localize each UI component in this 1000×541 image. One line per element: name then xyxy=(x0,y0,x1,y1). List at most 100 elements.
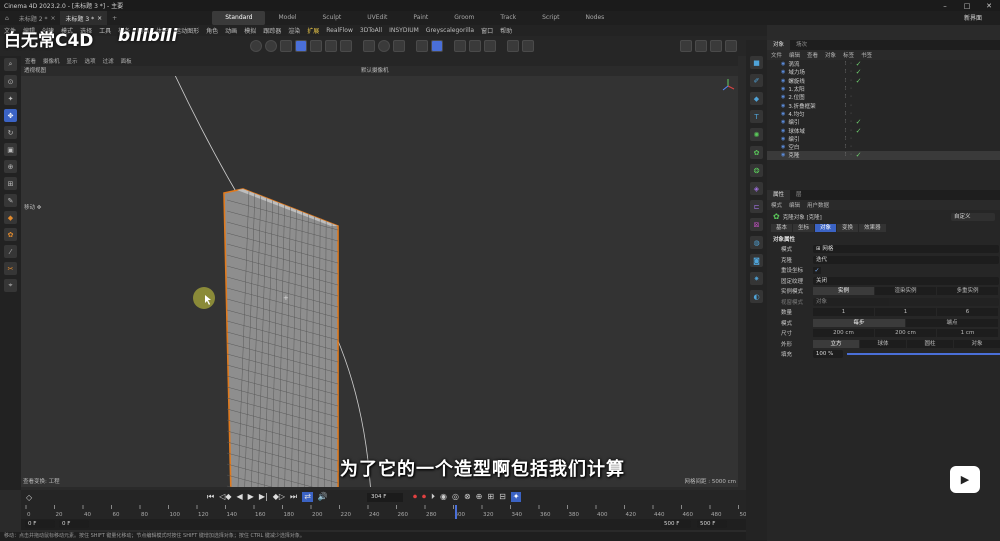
view-icon-4[interactable] xyxy=(725,40,737,52)
playhead[interactable] xyxy=(455,505,457,519)
instseg-item[interactable]: 渲染实例 xyxy=(875,287,936,296)
layout-tab-uvedit[interactable]: UVEdit xyxy=(354,11,400,25)
viewport-mode-dropdown[interactable]: 对象 xyxy=(813,297,999,306)
lock-axis-icon[interactable] xyxy=(393,40,405,52)
rotate-icon[interactable]: ↻ xyxy=(4,126,17,139)
lighting-icon[interactable] xyxy=(507,40,519,52)
view-icon-1[interactable] xyxy=(680,40,692,52)
attr-subtab[interactable]: 坐标 xyxy=(793,224,815,233)
fill-field[interactable]: 100 % xyxy=(812,350,843,359)
axis-tool-icon[interactable]: ⊞ xyxy=(4,177,17,190)
next-frame-icon[interactable]: ▶| xyxy=(259,492,268,502)
point-mode-icon[interactable] xyxy=(310,40,322,52)
menu-item[interactable]: 3DToAll xyxy=(360,27,382,34)
countseg-item[interactable]: 1 xyxy=(813,308,874,317)
current-frame-field[interactable]: 304 F xyxy=(367,493,403,502)
cloner-icon[interactable]: ✿ xyxy=(750,146,763,159)
layout-tab-nodes[interactable]: Nodes xyxy=(573,11,618,25)
auto-key-icon[interactable]: ⏺ xyxy=(422,492,426,502)
play-icon[interactable]: ▶ xyxy=(248,492,254,502)
visibility-dots[interactable]: ⠇ ◦ xyxy=(844,119,852,125)
menu-item[interactable]: 渲染 xyxy=(288,26,300,35)
object-menu-item[interactable]: 查看 xyxy=(807,51,818,59)
object-row[interactable]: ◉ 3.折叠框架 ⠇ ◦ xyxy=(767,101,1000,110)
viewport-menu-item[interactable]: 过滤 xyxy=(103,57,114,65)
sizeseg-item[interactable]: 200 cm xyxy=(813,329,874,338)
spline-icon[interactable]: ◆ xyxy=(4,211,17,224)
grid-icon[interactable] xyxy=(416,40,428,52)
menu-item[interactable]: 帮助 xyxy=(500,26,512,35)
enabled-check-icon[interactable]: ✓ xyxy=(856,118,862,126)
visibility-dots[interactable]: ⠇ ◦ xyxy=(844,128,852,134)
layout-tab-script[interactable]: Script xyxy=(529,11,572,25)
shapeseg-item[interactable]: 球体 xyxy=(860,339,906,348)
layout-tab-sculpt[interactable]: Sculpt xyxy=(310,11,355,25)
record-icon[interactable]: ⏺ xyxy=(413,492,417,502)
knife-icon[interactable]: ✂ xyxy=(4,262,17,275)
key-pos-icon[interactable]: ◉ xyxy=(440,492,447,502)
mode-dropdown[interactable]: ⊞ 网格 xyxy=(813,245,999,254)
object-menu-item[interactable]: 书签 xyxy=(861,51,872,59)
field-icon[interactable]: ⊠ xyxy=(750,218,763,231)
paint-icon[interactable]: ✿ xyxy=(4,228,17,241)
object-row[interactable]: ◉ 克隆 ⠇ ◦ ✓ xyxy=(767,151,1000,160)
object-row[interactable]: ◉ 域力场 ⠇ ◦ ✓ xyxy=(767,68,1000,76)
viewport[interactable]: + 移动 ✥ xyxy=(21,76,738,487)
menu-item[interactable]: 扩展 xyxy=(307,26,319,35)
key-rot-icon[interactable]: ◎ xyxy=(452,492,459,502)
viewport-menu-item[interactable]: 选项 xyxy=(85,57,96,65)
first-frame-icon[interactable]: ⏮ xyxy=(207,492,214,502)
render-view-icon[interactable] xyxy=(469,40,481,52)
enabled-check-icon[interactable]: ✓ xyxy=(856,127,862,135)
layout-tab-model[interactable]: Model xyxy=(265,11,309,25)
key-scale-icon[interactable]: ⊗ xyxy=(464,492,471,502)
camera-name[interactable]: 默认摄像机 xyxy=(361,66,389,76)
axis-icon[interactable] xyxy=(250,40,262,52)
bilibili-tv-icon[interactable]: ▶ xyxy=(950,466,980,493)
new-ui-button[interactable]: 新界面 xyxy=(964,13,982,22)
object-row[interactable]: ◉ 涡流 ⠇ ◦ ✓ xyxy=(767,60,1000,68)
layout-tab-groom[interactable]: Groom xyxy=(441,11,487,25)
effector-icon[interactable]: ❂ xyxy=(750,164,763,177)
object-row[interactable]: ◉ 4.均匀 ⠇ ◦ xyxy=(767,110,1000,118)
prev-key-icon[interactable]: ◁◆ xyxy=(219,492,231,502)
keyframe-selection-icon[interactable]: ⏵ xyxy=(431,492,435,502)
light-icon[interactable]: ✷ xyxy=(750,272,763,285)
deformer-icon[interactable]: ◈ xyxy=(750,182,763,195)
menu-item[interactable]: 角色 xyxy=(206,26,218,35)
visibility-dots[interactable]: ⠇ ◦ xyxy=(844,136,852,142)
menu-item[interactable]: 运动图形 xyxy=(175,26,199,35)
spline-pen-icon[interactable]: ✐ xyxy=(750,74,763,87)
object-row[interactable]: ◉ 编引 ⠇ ◦ ✓ xyxy=(767,118,1000,126)
end-field[interactable]: 500 F xyxy=(661,520,691,528)
render-icon[interactable] xyxy=(484,40,496,52)
environment-icon[interactable]: ◍ xyxy=(750,236,763,249)
view-icon-3[interactable] xyxy=(710,40,722,52)
preset-dropdown[interactable]: 自定义 xyxy=(951,212,995,221)
minimize-button[interactable]: – xyxy=(934,2,956,10)
brush-icon[interactable]: ⁄ xyxy=(4,245,17,258)
visibility-dots[interactable]: ⠇ ◦ xyxy=(844,103,852,109)
key-option-icon[interactable]: ✦ xyxy=(510,492,522,502)
cloner-object[interactable] xyxy=(223,188,339,487)
misc-tool-icon[interactable]: ⌖ xyxy=(4,279,17,292)
object-menu-item[interactable]: 文件 xyxy=(771,51,782,59)
instseg-item[interactable]: 多重实例 xyxy=(937,287,998,296)
enabled-check-icon[interactable]: ✓ xyxy=(856,60,862,68)
move-icon[interactable]: ✥ xyxy=(4,109,17,122)
tab-objects[interactable]: 对象 xyxy=(767,40,791,50)
attr-subtab[interactable]: 对象 xyxy=(815,224,837,233)
object-row[interactable]: ◉ 空白 ⠇ ◦ xyxy=(767,143,1000,151)
attr-subtab[interactable]: 基本 xyxy=(771,224,793,233)
render-settings-icon[interactable] xyxy=(522,40,534,52)
menu-item[interactable]: 跟踪器 xyxy=(263,26,281,35)
shapeseg-item[interactable]: 对象 xyxy=(954,339,1000,348)
pen-icon[interactable]: ✎ xyxy=(4,194,17,207)
maximize-button[interactable]: □ xyxy=(956,2,978,10)
start2-field[interactable]: 0 F xyxy=(59,520,89,528)
enabled-check-icon[interactable]: ✓ xyxy=(856,68,862,76)
cube-icon[interactable]: ■ xyxy=(750,56,763,69)
select-icon[interactable]: ⊙ xyxy=(4,75,17,88)
visibility-dots[interactable]: ⠇ ◦ xyxy=(844,61,852,67)
menu-item[interactable]: 工具 xyxy=(99,26,111,35)
